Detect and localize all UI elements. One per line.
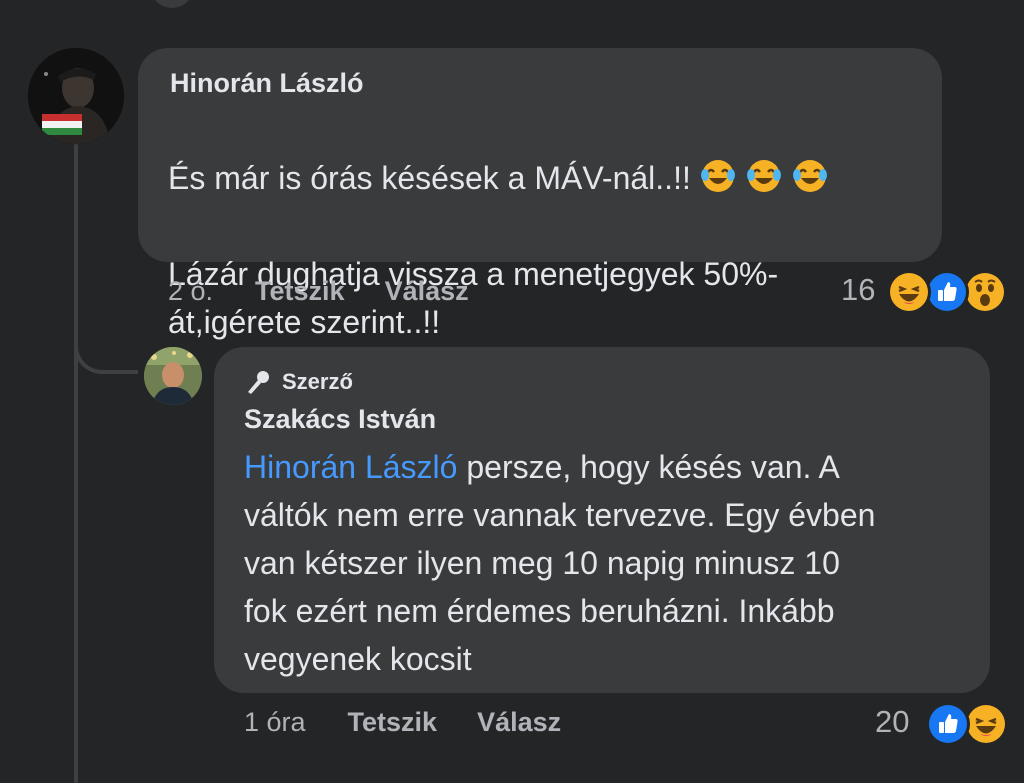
like-button[interactable]: Tetszik <box>348 707 438 738</box>
reply-connector-line <box>74 330 138 374</box>
tears-of-joy-emoji <box>791 157 829 195</box>
author-badge-label: Szerző <box>282 369 353 394</box>
avatar-image <box>28 48 124 144</box>
comment-text: És már is órás késések a MÁV-nál..!! Láz… <box>168 106 928 346</box>
comment-author-name[interactable]: Szakács István <box>244 404 436 435</box>
reaction-count[interactable]: 16 <box>841 272 875 308</box>
haha-reaction-icon[interactable] <box>964 702 1008 746</box>
thread-line <box>74 144 78 783</box>
author-badge: Szerző <box>244 368 353 396</box>
previous-comment-avatar-fragment <box>150 0 194 8</box>
tears-of-joy-emoji <box>699 157 737 195</box>
comment-author-name[interactable]: Hinorán László <box>170 68 364 99</box>
mention-link[interactable]: Hinorán László <box>244 449 457 485</box>
avatar[interactable] <box>28 48 124 144</box>
like-reaction-icon[interactable] <box>926 702 970 746</box>
comment-timestamp[interactable]: 1 óra <box>244 707 306 738</box>
reply-button[interactable]: Válasz <box>385 276 469 307</box>
reply-button[interactable]: Válasz <box>477 707 561 738</box>
avatar[interactable] <box>144 347 202 405</box>
reaction-count[interactable]: 20 <box>875 704 909 740</box>
tears-of-joy-emoji <box>745 157 783 195</box>
wow-reaction-icon[interactable] <box>963 270 1007 314</box>
comment-timestamp[interactable]: 2 ó. <box>168 276 213 307</box>
haha-reaction-icon[interactable] <box>887 270 931 314</box>
comment-text-line1: És már is órás késések a MÁV-nál..!! <box>168 160 691 196</box>
like-button[interactable]: Tetszik <box>255 276 345 307</box>
avatar-image <box>144 347 202 405</box>
comment-text: Hinorán László persze, hogy késés van. A… <box>244 443 984 683</box>
comment-actions: 2 ó. Tetszik Válasz <box>168 276 469 307</box>
comment-actions: 1 óra Tetszik Válasz <box>244 707 561 738</box>
like-reaction-icon[interactable] <box>925 270 969 314</box>
microphone-icon <box>248 371 269 394</box>
